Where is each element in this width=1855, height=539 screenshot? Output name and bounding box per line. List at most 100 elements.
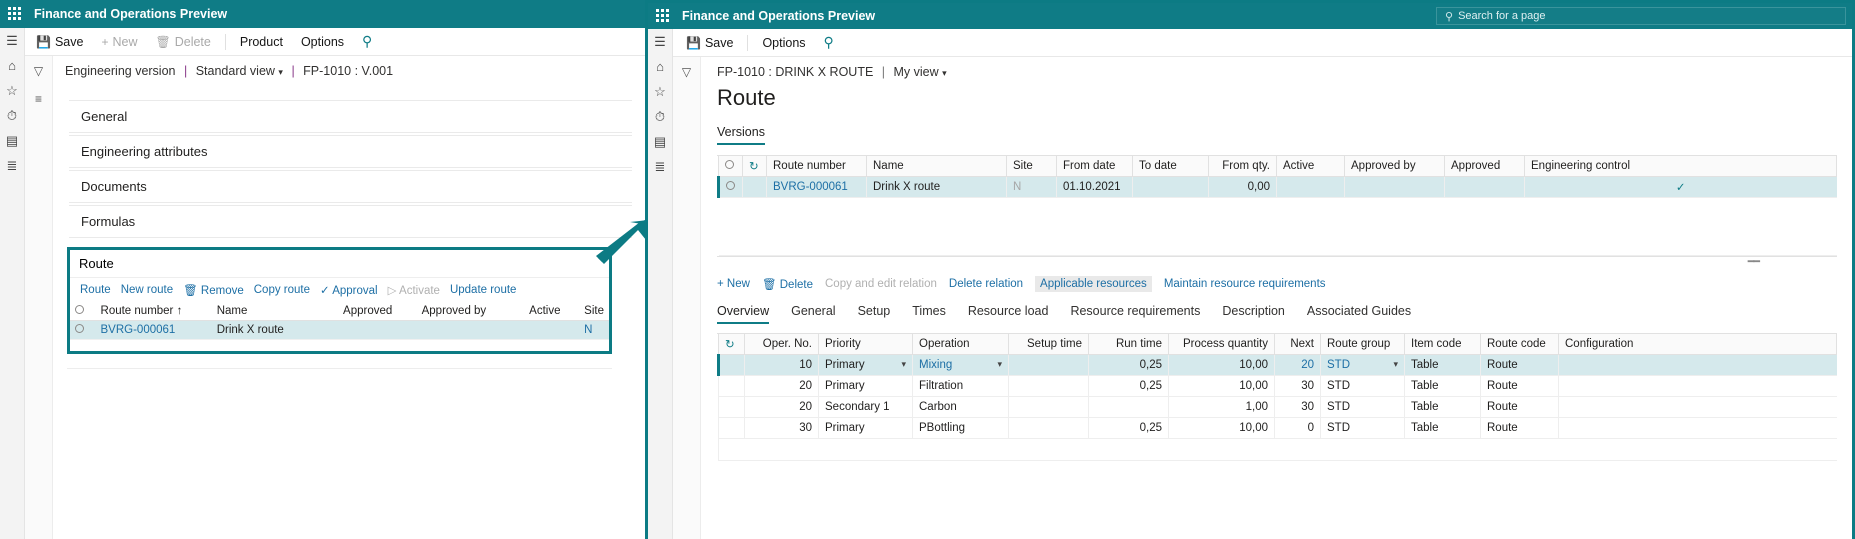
cell-configuration[interactable] (1558, 417, 1837, 439)
favorites-star-icon[interactable]: ☆ (654, 85, 666, 98)
table-row[interactable]: 20 Secondary 1 Carbon 1,00 30 STD Table … (718, 396, 1837, 418)
cell-configuration[interactable] (1558, 354, 1837, 376)
ops-col-oper-no[interactable]: Oper. No. (744, 334, 819, 355)
filter-funnel-icon[interactable]: ▽ (682, 65, 691, 79)
ops-copy-and-edit-relation-button[interactable]: Copy and edit relation (825, 278, 937, 290)
ops-delete-relation-button[interactable]: Delete relation (949, 278, 1023, 290)
ops-col-configuration[interactable]: Configuration (1558, 334, 1837, 355)
cell-configuration[interactable] (1558, 375, 1837, 397)
versions-select-all[interactable] (718, 156, 743, 177)
chevron-down-icon[interactable]: ▾ (901, 359, 906, 370)
cell-run-time[interactable] (1088, 396, 1169, 418)
ops-col-route-group[interactable]: Route group (1320, 334, 1405, 355)
route-col-approved[interactable]: Approved (338, 302, 417, 321)
save-button[interactable]: 💾 Save (28, 32, 91, 52)
hamburger-icon[interactable]: ☰ (6, 34, 18, 47)
workspaces-icon[interactable]: ▤ (6, 134, 18, 147)
route-toolbar-remove[interactable]: 🗑 Remove (183, 283, 244, 297)
tab-setup[interactable]: Setup (858, 304, 891, 324)
route-toolbar-new-route[interactable]: New route (121, 284, 173, 296)
breadcrumb-entity[interactable]: Engineering version (65, 64, 176, 78)
tab-description[interactable]: Description (1222, 304, 1285, 324)
cell-route-code[interactable]: Route (1480, 417, 1559, 439)
save-button[interactable]: 💾 Save (678, 33, 741, 53)
route-col-site[interactable]: Site (579, 302, 609, 321)
cell-route-group[interactable]: STD ▾ (1320, 354, 1405, 376)
route-toolbar-activate[interactable]: ▷ Activate (388, 283, 440, 297)
tab-resource-load[interactable]: Resource load (968, 304, 1049, 324)
cell-next[interactable]: 0 (1274, 417, 1321, 439)
workspaces-icon[interactable]: ▤ (654, 135, 666, 148)
versions-col-route-number[interactable]: Route number (766, 156, 867, 177)
cell-next[interactable]: 20 (1274, 354, 1321, 376)
cell-priority[interactable]: Primary ▾ (818, 354, 913, 376)
table-row[interactable]: BVRG-000061 Drink X route N 01.10.2021 0… (717, 176, 1837, 198)
cell-operation-value[interactable]: Mixing (919, 359, 952, 371)
cell-next[interactable]: 30 (1274, 375, 1321, 397)
route-col-active[interactable]: Active (524, 302, 580, 321)
tab-times[interactable]: Times (912, 304, 946, 324)
new-button[interactable]: + New (93, 32, 145, 52)
route-toolbar-route[interactable]: Route (80, 284, 111, 296)
cell-setup-time[interactable] (1008, 354, 1089, 376)
filter-funnel-icon[interactable]: ▽ (34, 64, 43, 78)
table-row[interactable]: BVRG-000061 Drink X route N (70, 320, 609, 340)
cell-operation[interactable]: Filtration (912, 375, 1009, 397)
search-icon[interactable]: ⚲ (816, 31, 842, 54)
favorites-star-icon[interactable]: ☆ (6, 84, 18, 97)
row-select-radio[interactable] (717, 176, 743, 198)
search-icon[interactable]: ⚲ (354, 30, 380, 53)
cell-oper-no[interactable]: 20 (744, 375, 819, 397)
search-input[interactable]: ⚲ Search for a page (1436, 7, 1846, 25)
fastab-formulas[interactable]: Formulas (69, 205, 632, 238)
ops-col-run-time[interactable]: Run time (1088, 334, 1169, 355)
ops-delete-button[interactable]: 🗑 Delete (762, 277, 813, 291)
app-launcher-icon[interactable] (656, 9, 670, 23)
ops-col-priority[interactable]: Priority (818, 334, 913, 355)
options-menu[interactable]: Options (754, 33, 813, 53)
tab-overview[interactable]: Overview (717, 304, 770, 324)
table-row[interactable]: 30 Primary PBottling 0,25 10,00 0 STD Ta… (718, 417, 1837, 439)
cell-item-code[interactable]: Table (1404, 396, 1481, 418)
hamburger-icon[interactable]: ☰ (654, 35, 666, 48)
route-grid-select-all[interactable] (70, 302, 96, 321)
ops-new-button[interactable]: + New (717, 278, 750, 290)
cell-route-code[interactable]: Route (1480, 375, 1559, 397)
cell-process-quantity[interactable]: 10,00 (1168, 354, 1275, 376)
cell-run-time[interactable]: 0,25 (1088, 354, 1169, 376)
cell-priority[interactable]: Primary (818, 417, 913, 439)
filter-lines-icon[interactable]: ≡ (35, 92, 42, 106)
ops-col-process-quantity[interactable]: Process quantity (1168, 334, 1275, 355)
cell-item-code[interactable]: Table (1404, 417, 1481, 439)
ops-col-operation[interactable]: Operation (912, 334, 1009, 355)
app-launcher-icon[interactable] (8, 7, 22, 21)
fastab-engineering-attributes[interactable]: Engineering attributes (69, 135, 632, 168)
table-row[interactable]: 10 Primary ▾ Mixing ▾ 0,25 10,00 20 STD … (717, 354, 1837, 376)
cell-route-group[interactable]: STD (1320, 396, 1405, 418)
cell-setup-time[interactable] (1008, 396, 1089, 418)
fastab-route-header[interactable]: Route (70, 250, 609, 278)
modules-list-icon[interactable]: ≣ (7, 159, 18, 172)
cell-route-group[interactable]: STD (1320, 375, 1405, 397)
cell-setup-time[interactable] (1008, 417, 1089, 439)
versions-col-from-qty[interactable]: From qty. (1208, 156, 1277, 177)
fastab-documents[interactable]: Documents (69, 170, 632, 203)
breadcrumb-view[interactable]: My view (894, 65, 939, 79)
cell-operation[interactable]: Carbon (912, 396, 1009, 418)
ops-col-route-code[interactable]: Route code (1480, 334, 1559, 355)
ops-refresh-cell[interactable]: ↻ (718, 334, 745, 355)
versions-refresh-cell[interactable]: ↻ (742, 156, 767, 177)
versions-col-approved[interactable]: Approved (1444, 156, 1525, 177)
route-col-approved-by[interactable]: Approved by (416, 302, 525, 321)
cell-process-quantity[interactable]: 10,00 (1168, 375, 1275, 397)
cell-route-number[interactable]: BVRG-000061 (766, 176, 867, 198)
cell-next[interactable]: 30 (1274, 396, 1321, 418)
cell-oper-no[interactable]: 10 (744, 354, 819, 376)
route-toolbar-approval[interactable]: ✓ Approval (320, 283, 378, 297)
ops-col-item-code[interactable]: Item code (1404, 334, 1481, 355)
cell-operation[interactable]: PBottling (912, 417, 1009, 439)
cell-route-code[interactable]: Route (1480, 396, 1559, 418)
cell-oper-no[interactable]: 20 (744, 396, 819, 418)
cell-route-number[interactable]: BVRG-000061 (95, 320, 212, 340)
tab-associated-guides[interactable]: Associated Guides (1307, 304, 1411, 324)
